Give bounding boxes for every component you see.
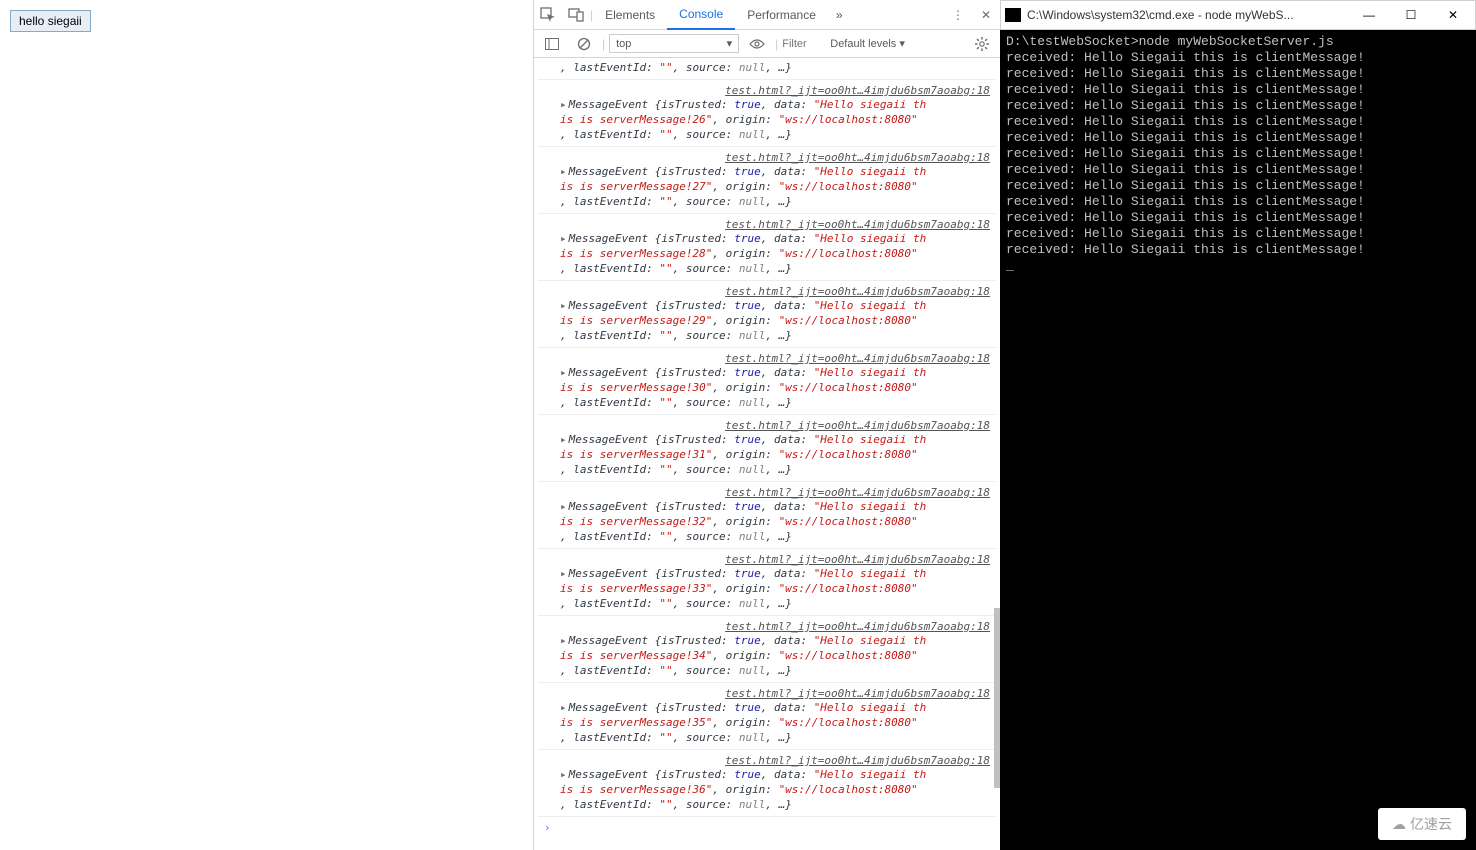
scrollbar-thumb[interactable]	[994, 608, 1000, 788]
separator: |	[602, 37, 605, 51]
console-log-entry[interactable]: test.html?_ijt=oo0ht…4imjdu6bsm7aoabg:18…	[538, 549, 996, 616]
settings-gear-icon[interactable]	[968, 30, 996, 58]
inspect-element-icon[interactable]	[534, 1, 562, 29]
kebab-menu-icon[interactable]: ⋮	[944, 1, 972, 29]
console-prompt[interactable]: ›	[538, 817, 996, 838]
expand-triangle-icon[interactable]: ▸	[560, 165, 567, 178]
chevron-down-icon: ▾	[727, 37, 733, 50]
clear-console-icon[interactable]	[570, 30, 598, 58]
expand-triangle-icon[interactable]: ▸	[560, 634, 567, 647]
expand-triangle-icon[interactable]: ▸	[560, 232, 567, 245]
hello-button[interactable]: hello siegaii	[10, 10, 91, 32]
maximize-icon[interactable]: ☐	[1393, 4, 1429, 26]
tab-performance[interactable]: Performance	[735, 0, 828, 30]
cmd-window: C:\Windows\system32\cmd.exe - node myWeb…	[1000, 0, 1476, 850]
console-log-entry[interactable]: test.html?_ijt=oo0ht…4imjdu6bsm7aoabg:18…	[538, 147, 996, 214]
minimize-icon[interactable]: —	[1351, 4, 1387, 26]
source-link[interactable]: test.html?_ijt=oo0ht…4imjdu6bsm7aoabg:18	[725, 754, 990, 767]
log-levels-selector[interactable]: Default levels ▾	[826, 37, 909, 50]
console-log-entry[interactable]: test.html?_ijt=oo0ht…4imjdu6bsm7aoabg:18…	[538, 415, 996, 482]
expand-triangle-icon[interactable]: ▸	[560, 567, 567, 580]
expand-triangle-icon[interactable]: ▸	[560, 433, 567, 446]
window-controls: — ☐ ✕	[1351, 4, 1471, 26]
devtools-pane: | Elements Console Performance » ⋮ ✕ | t…	[533, 0, 1000, 850]
close-devtools-icon[interactable]: ✕	[972, 1, 1000, 29]
console-log-entry[interactable]: test.html?_ijt=oo0ht…4imjdu6bsm7aoabg:18…	[538, 616, 996, 683]
watermark-badge: ☁亿速云	[1378, 808, 1466, 840]
console-output[interactable]: , lastEventId: "", source: null, …}test.…	[534, 58, 1000, 850]
source-link[interactable]: test.html?_ijt=oo0ht…4imjdu6bsm7aoabg:18	[725, 218, 990, 231]
cmd-app-icon	[1005, 8, 1021, 22]
source-link[interactable]: test.html?_ijt=oo0ht…4imjdu6bsm7aoabg:18	[725, 620, 990, 633]
tabs-overflow-icon[interactable]: »	[828, 8, 851, 22]
source-link[interactable]: test.html?_ijt=oo0ht…4imjdu6bsm7aoabg:18	[725, 687, 990, 700]
filter-input[interactable]	[782, 38, 822, 50]
tab-elements[interactable]: Elements	[593, 0, 667, 30]
expand-triangle-icon[interactable]: ▸	[560, 768, 567, 781]
close-icon[interactable]: ✕	[1435, 4, 1471, 26]
eye-icon[interactable]	[743, 30, 771, 58]
cloud-icon: ☁	[1392, 816, 1406, 833]
console-log-entry[interactable]: test.html?_ijt=oo0ht…4imjdu6bsm7aoabg:18…	[538, 80, 996, 147]
expand-triangle-icon[interactable]: ▸	[560, 701, 567, 714]
console-log-entry[interactable]: test.html?_ijt=oo0ht…4imjdu6bsm7aoabg:18…	[538, 482, 996, 549]
source-link[interactable]: test.html?_ijt=oo0ht…4imjdu6bsm7aoabg:18	[725, 553, 990, 566]
console-log-entry[interactable]: test.html?_ijt=oo0ht…4imjdu6bsm7aoabg:18…	[538, 348, 996, 415]
source-link[interactable]: test.html?_ijt=oo0ht…4imjdu6bsm7aoabg:18	[725, 285, 990, 298]
page-pane: hello siegaii	[0, 0, 533, 850]
console-log-entry[interactable]: test.html?_ijt=oo0ht…4imjdu6bsm7aoabg:18…	[538, 683, 996, 750]
expand-triangle-icon[interactable]: ▸	[560, 500, 567, 513]
console-log-entry[interactable]: , lastEventId: "", source: null, …}	[538, 58, 996, 80]
separator: |	[775, 37, 778, 51]
devtools-tabbar: | Elements Console Performance » ⋮ ✕	[534, 0, 1000, 30]
cmd-titlebar[interactable]: C:\Windows\system32\cmd.exe - node myWeb…	[1000, 0, 1476, 30]
console-toolbar: | top ▾ | Default levels ▾	[534, 30, 1000, 58]
context-label: top	[616, 38, 631, 50]
expand-triangle-icon[interactable]: ▸	[560, 299, 567, 312]
sidebar-toggle-icon[interactable]	[538, 30, 566, 58]
cmd-output[interactable]: D:\testWebSocket>node myWebSocketServer.…	[1000, 30, 1476, 850]
source-link[interactable]: test.html?_ijt=oo0ht…4imjdu6bsm7aoabg:18	[725, 486, 990, 499]
source-link[interactable]: test.html?_ijt=oo0ht…4imjdu6bsm7aoabg:18	[725, 151, 990, 164]
console-log-entry[interactable]: test.html?_ijt=oo0ht…4imjdu6bsm7aoabg:18…	[538, 214, 996, 281]
source-link[interactable]: test.html?_ijt=oo0ht…4imjdu6bsm7aoabg:18	[725, 84, 990, 97]
source-link[interactable]: test.html?_ijt=oo0ht…4imjdu6bsm7aoabg:18	[725, 419, 990, 432]
console-log-entry[interactable]: test.html?_ijt=oo0ht…4imjdu6bsm7aoabg:18…	[538, 281, 996, 348]
context-selector[interactable]: top ▾	[609, 34, 739, 53]
device-toolbar-icon[interactable]	[562, 1, 590, 29]
tab-console[interactable]: Console	[667, 0, 735, 30]
source-link[interactable]: test.html?_ijt=oo0ht…4imjdu6bsm7aoabg:18	[725, 352, 990, 365]
cmd-title-text: C:\Windows\system32\cmd.exe - node myWeb…	[1027, 8, 1345, 22]
expand-triangle-icon[interactable]: ▸	[560, 98, 567, 111]
console-log-entry[interactable]: test.html?_ijt=oo0ht…4imjdu6bsm7aoabg:18…	[538, 750, 996, 817]
expand-triangle-icon[interactable]: ▸	[560, 366, 567, 379]
watermark-text: 亿速云	[1410, 816, 1452, 832]
